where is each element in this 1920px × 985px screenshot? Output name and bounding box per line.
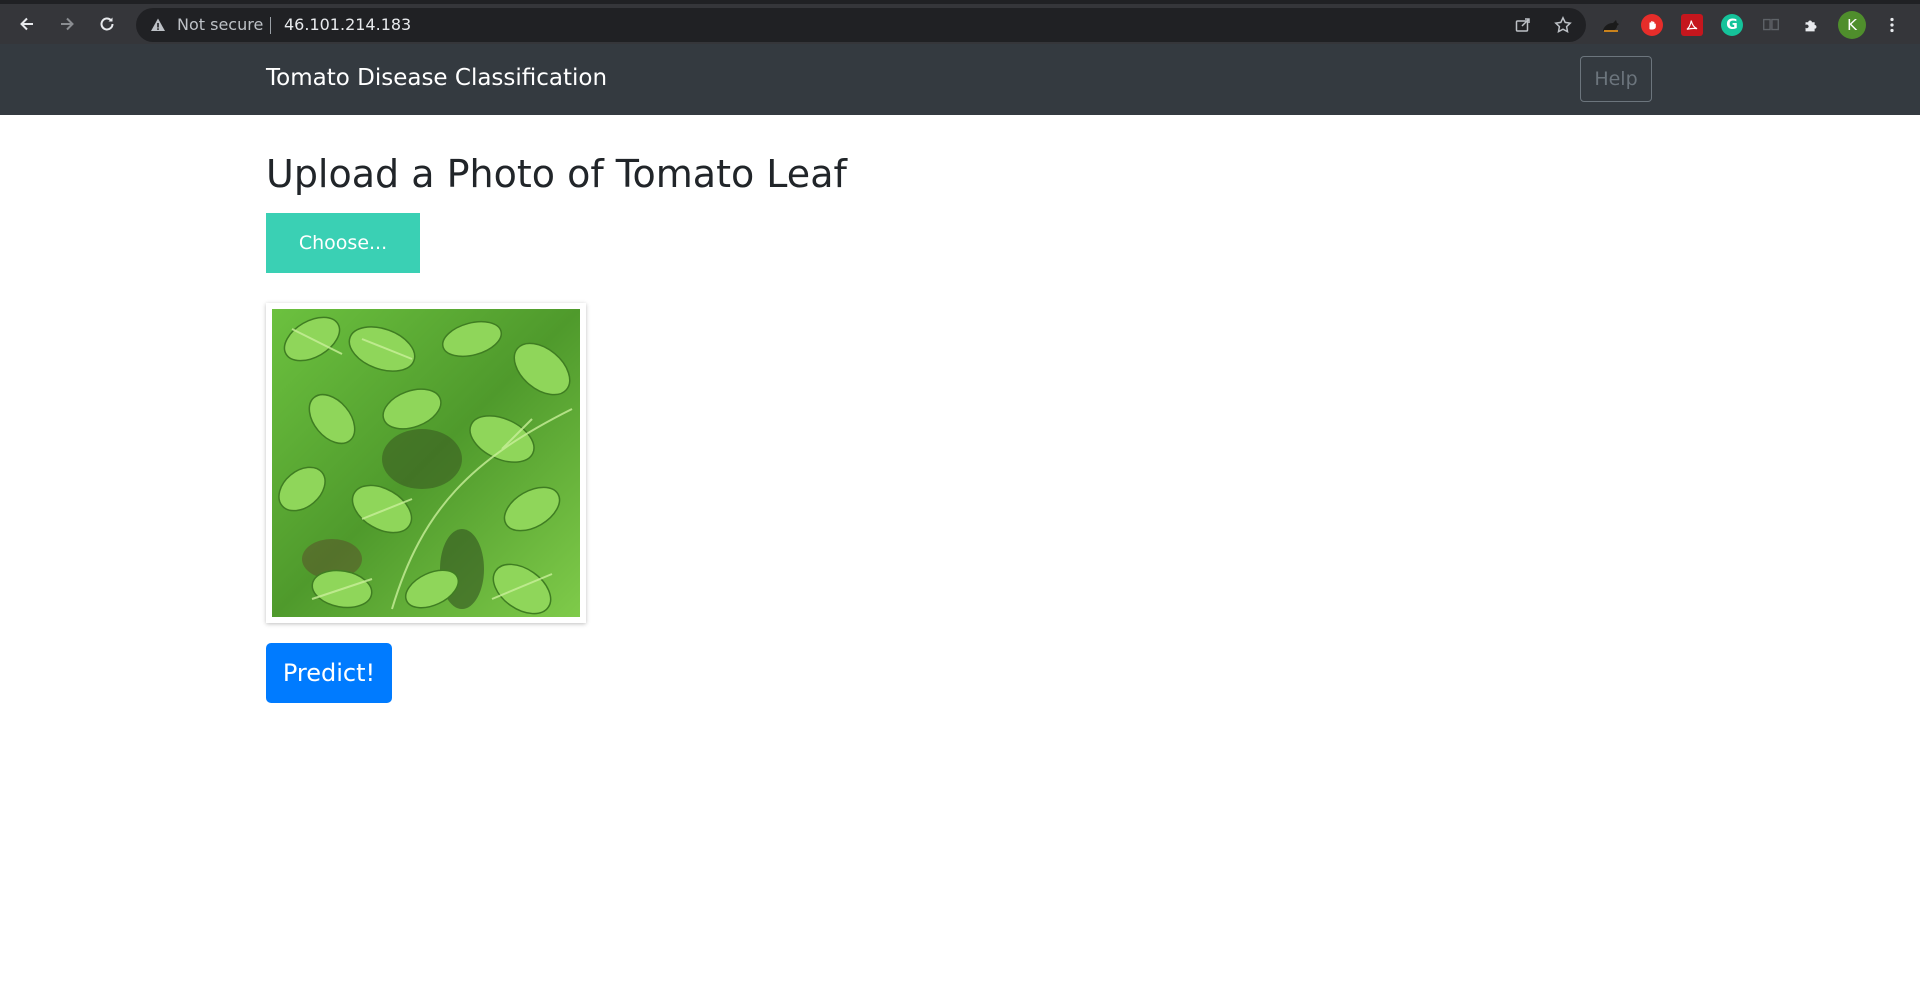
brand-title[interactable]: Tomato Disease Classification — [266, 65, 607, 91]
forward-button[interactable] — [52, 9, 82, 39]
predict-button[interactable]: Predict! — [266, 643, 392, 703]
address-bar[interactable]: Not secure 46.101.214.183 — [136, 8, 1586, 42]
site-navbar: Tomato Disease Classification Help — [0, 44, 1920, 115]
warning-icon — [151, 18, 165, 31]
back-button[interactable] — [12, 9, 42, 39]
reload-icon — [100, 17, 114, 31]
page-heading: Upload a Photo of Tomato Leaf — [266, 152, 847, 196]
help-button[interactable]: Help — [1580, 56, 1652, 102]
puzzle-icon[interactable] — [1800, 14, 1822, 36]
url-text[interactable]: 46.101.214.183 — [284, 16, 411, 34]
share-icon[interactable] — [1514, 16, 1532, 34]
kebab-menu-icon[interactable] — [1881, 14, 1903, 36]
cat-extension-icon[interactable] — [1600, 14, 1622, 36]
translate-extension-icon[interactable] — [1760, 14, 1782, 36]
security-status[interactable]: Not secure — [177, 16, 263, 34]
tomato-leaf-image — [272, 309, 580, 617]
profile-initial: K — [1847, 16, 1857, 34]
grammarly-letter: G — [1726, 17, 1738, 33]
adblock-icon[interactable] — [1641, 14, 1663, 36]
omnibox-divider — [270, 17, 271, 34]
forward-arrow-icon — [61, 17, 74, 31]
image-preview — [266, 303, 586, 623]
back-arrow-icon — [20, 17, 33, 31]
browser-toolbar: Not secure 46.101.214.183 G K — [0, 0, 1920, 44]
acrobat-pdf-icon[interactable] — [1681, 14, 1703, 36]
reload-button[interactable] — [92, 9, 122, 39]
profile-avatar[interactable]: K — [1838, 11, 1866, 39]
star-icon[interactable] — [1554, 16, 1572, 34]
grammarly-icon[interactable]: G — [1721, 14, 1743, 36]
choose-file-button[interactable]: Choose... — [266, 213, 420, 273]
